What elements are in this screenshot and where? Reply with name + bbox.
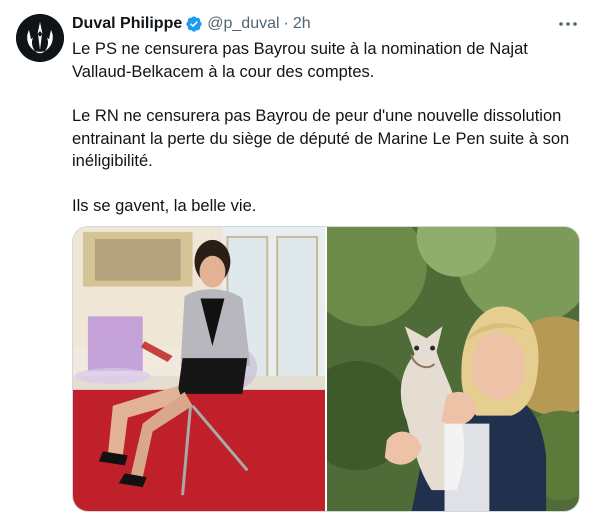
media-photo-1[interactable]	[73, 227, 325, 511]
author-name[interactable]: Duval Philippe	[72, 15, 182, 33]
rebel-alliance-logo-icon	[16, 14, 64, 62]
timestamp[interactable]: 2h	[293, 15, 311, 33]
more-options-icon[interactable]	[556, 12, 580, 36]
media-grid	[72, 226, 580, 512]
photo-woman-seated-red-carpet	[73, 227, 325, 511]
tweet-paragraph: Ils se gavent, la belle vie.	[72, 196, 257, 215]
tweet-paragraph: Le PS ne censurera pas Bayrou suite à la…	[72, 40, 528, 81]
media-photo-2[interactable]	[327, 227, 579, 511]
tweet-header: Duval Philippe @p_duval · 2h	[72, 13, 311, 35]
author-handle[interactable]: @p_duval	[207, 15, 279, 33]
tweet-text: Le PS ne censurera pas Bayrou suite à la…	[72, 38, 578, 217]
verified-badge-icon[interactable]	[185, 15, 203, 33]
avatar[interactable]	[16, 14, 64, 62]
photo-woman-holding-cat	[327, 227, 579, 511]
tweet-paragraph: Le RN ne censurera pas Bayrou de peur d'…	[72, 107, 570, 170]
separator-dot: ·	[283, 15, 289, 32]
